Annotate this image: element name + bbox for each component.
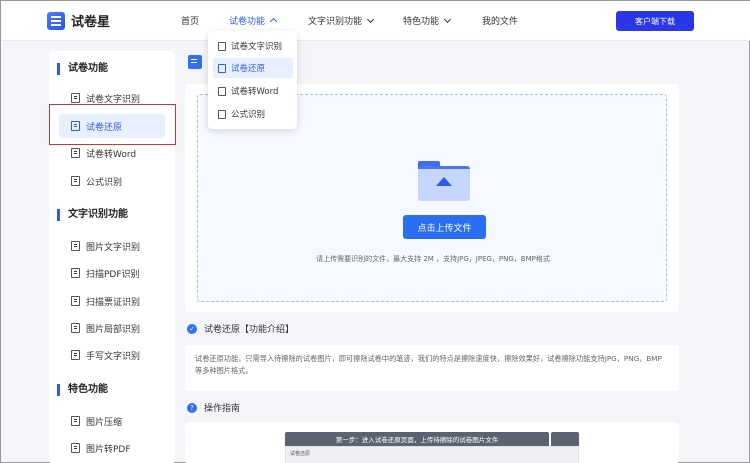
nav-item-exam-functions[interactable]: 试卷功能 xyxy=(229,14,278,27)
formula-icon xyxy=(218,109,226,119)
dropdown-item-label: 公式识别 xyxy=(231,110,266,120)
intro-text: 试卷还原功能，只需导入待擦除的试卷图片，即可擦除试卷中的笔迹，我们的特点是擦除速… xyxy=(195,354,662,375)
top-navigation-bar: 试卷星 首页 试卷功能 文字识别功能 特色功能 我的文件 客户端下载 xyxy=(1,1,750,41)
feature-icon: ✓ xyxy=(187,323,197,334)
nav-label: 首页 xyxy=(181,17,200,27)
sidebar-section-title: 试卷功能 xyxy=(57,63,108,75)
sidebar-section-title: 文字识别功能 xyxy=(57,209,128,221)
sidebar-item-scan-pdf-recognition[interactable]: 扫描PDF识别 xyxy=(59,261,165,285)
nav-label: 试卷功能 xyxy=(229,17,266,27)
chevron-up-icon xyxy=(269,17,278,26)
sidebar-section-title: 特色功能 xyxy=(57,384,108,396)
sidebar-item-formula-recognition[interactable]: 公式识别 xyxy=(59,169,165,193)
sidebar-item-label: 图片压缩 xyxy=(86,417,123,428)
page-title-icon xyxy=(188,55,202,69)
document-icon xyxy=(218,41,226,51)
highlight-annotation-box xyxy=(49,104,176,145)
guide-step-banner: 第一步：进入试卷还原页面，上传待擦除的试卷图片文件 xyxy=(285,432,549,446)
guide-step-banner-next xyxy=(551,432,579,446)
pen-icon xyxy=(71,350,80,360)
exam-functions-dropdown: 试卷文字识别 试卷还原 试卷转Word 公式识别 xyxy=(208,31,297,129)
sidebar-item-image-compress[interactable]: 图片压缩 xyxy=(59,409,165,433)
compress-icon xyxy=(71,416,80,426)
upload-hint: 请上传需要识别的文件，最大支持 2M ，支持JPG，JPEG，PNG，BMP格式 xyxy=(316,255,550,263)
word-doc-icon xyxy=(218,86,226,96)
logo-text: 试卷星 xyxy=(71,15,111,30)
upload-file-button[interactable]: 点击上传文件 xyxy=(403,215,486,239)
sidebar-item-label: 试卷转Word xyxy=(86,149,137,160)
image-icon xyxy=(71,241,80,251)
sidebar-item-handwriting-recognition[interactable]: 手写文字识别 xyxy=(59,343,165,367)
crop-icon xyxy=(71,323,80,333)
nav-item-my-files[interactable]: 我的文件 xyxy=(482,14,518,27)
guide-screenshot-label: 试卷还原 xyxy=(290,451,311,457)
scan-icon xyxy=(71,268,80,278)
chevron-down-icon xyxy=(443,15,452,23)
nav-label: 我的文件 xyxy=(482,17,519,27)
guide-section-title: ? 操作指南 xyxy=(187,401,240,414)
logo-icon xyxy=(47,11,65,30)
ticket-icon xyxy=(71,296,80,306)
dropdown-item-label: 试卷文字识别 xyxy=(231,42,283,52)
sidebar-item-image-to-pdf[interactable]: 图片转PDF xyxy=(59,436,165,460)
intro-title-text: 试卷还原【功能介绍】 xyxy=(204,325,295,335)
sidebar-item-label: 图片局部识别 xyxy=(86,324,141,335)
word-doc-icon xyxy=(71,148,80,158)
help-icon: ? xyxy=(187,402,197,413)
chevron-down-icon xyxy=(366,15,375,23)
logo[interactable]: 试卷星 xyxy=(47,11,110,30)
sidebar-item-scan-ticket-recognition[interactable]: 扫描票证识别 xyxy=(59,289,165,313)
sidebar-item-image-partial-recognition[interactable]: 图片局部识别 xyxy=(59,316,165,340)
sidebar-item-label: 公式识别 xyxy=(86,177,123,188)
dropdown-item-formula-recognition[interactable]: 公式识别 xyxy=(213,104,293,124)
dropdown-item-exam-text-recognition[interactable]: 试卷文字识别 xyxy=(213,36,293,56)
nav-item-text-recognition[interactable]: 文字识别功能 xyxy=(308,14,375,27)
sidebar-item-label: 图片转PDF xyxy=(86,444,131,455)
guide-title-text: 操作指南 xyxy=(204,404,241,414)
sidebar-item-label: 扫描票证识别 xyxy=(86,297,141,308)
sidebar-item-label: 手写文字识别 xyxy=(86,351,141,362)
client-download-button[interactable]: 客户端下载 xyxy=(616,11,694,31)
nav-label: 特色功能 xyxy=(403,17,440,27)
intro-card: 试卷还原功能，只需导入待擦除的试卷图片，即可擦除试卷中的笔迹，我们的特点是擦除速… xyxy=(185,345,679,391)
guide-card: 第一步：进入试卷还原页面，上传待擦除的试卷图片文件 试卷还原 xyxy=(185,422,679,463)
sidebar-item-label: 图片文字识别 xyxy=(86,242,141,253)
nav-item-special-features[interactable]: 特色功能 xyxy=(403,14,452,27)
formula-icon xyxy=(71,176,80,186)
sidebar-item-label: 扫描PDF识别 xyxy=(86,269,140,280)
document-icon xyxy=(218,63,226,73)
guide-screenshot: 试卷还原 xyxy=(285,446,579,463)
dropdown-item-label: 试卷还原 xyxy=(231,64,266,74)
sidebar-item-image-text-recognition[interactable]: 图片文字识别 xyxy=(59,234,165,258)
nav-item-home[interactable]: 首页 xyxy=(181,14,199,27)
intro-section-title: ✓ 试卷还原【功能介绍】 xyxy=(187,322,294,335)
document-icon xyxy=(71,93,80,103)
sidebar-item-label: 试卷文字识别 xyxy=(86,94,141,105)
nav-label: 文字识别功能 xyxy=(308,17,363,27)
folder-upload-icon xyxy=(418,161,470,201)
dropdown-item-label: 试卷转Word xyxy=(231,87,279,97)
dropdown-item-exam-restore[interactable]: 试卷还原 xyxy=(213,58,293,78)
pdf-icon xyxy=(71,443,80,453)
dropdown-item-exam-to-word[interactable]: 试卷转Word xyxy=(213,81,293,101)
